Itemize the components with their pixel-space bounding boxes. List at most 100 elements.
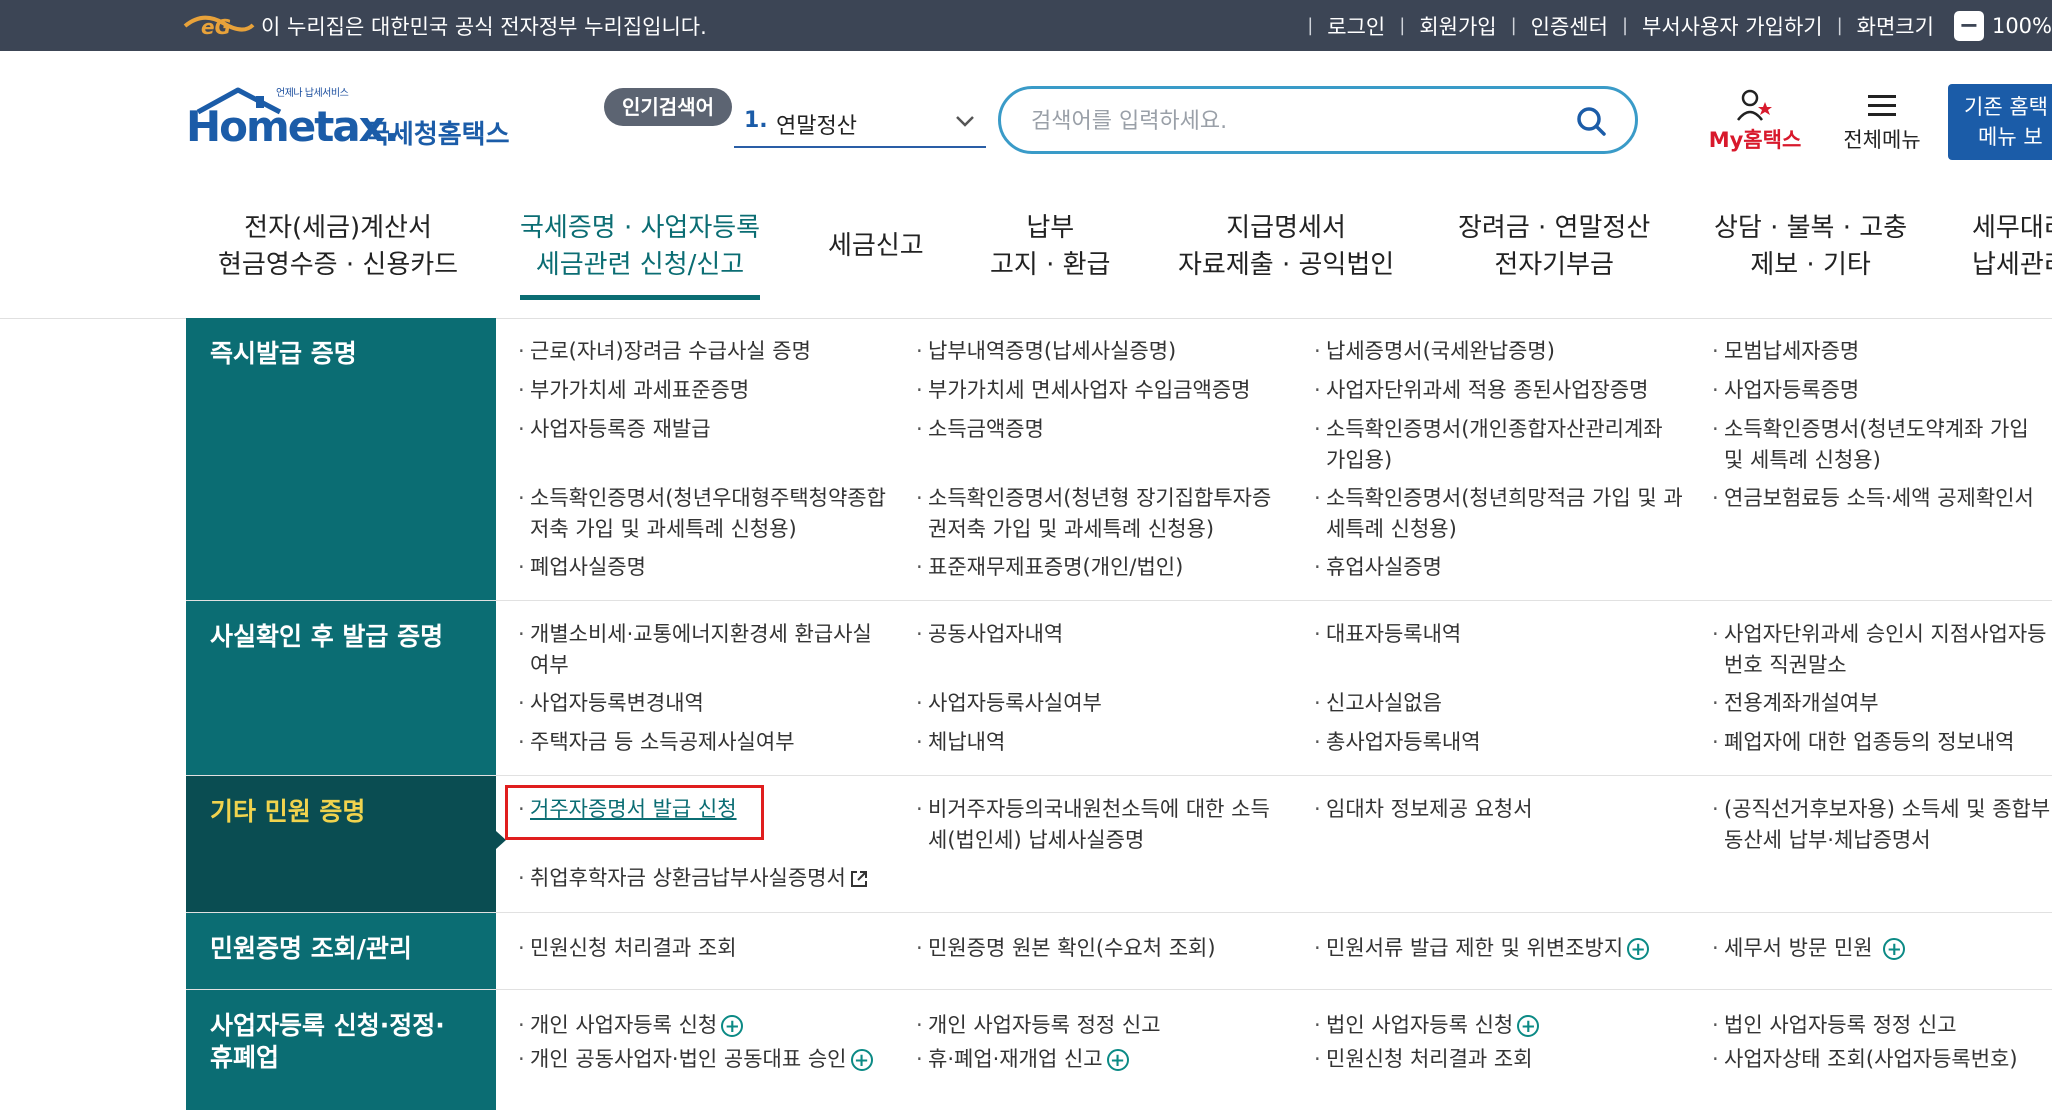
login-link[interactable]: 로그인	[1327, 11, 1385, 41]
section-title[interactable]: 사업자등록 신청·정정·휴폐업	[186, 990, 496, 1110]
gnb-tab-line2: 고지 · 환급	[990, 250, 1111, 280]
menu-item[interactable]: 폐업사실증명	[518, 552, 890, 583]
menu-item-label: 개인 사업자등록 신청	[530, 1013, 718, 1037]
menu-item[interactable]: 체납내역	[916, 727, 1288, 758]
menu-item[interactable]: 사업자등록증명	[1712, 375, 2052, 406]
menu-item[interactable]: 소득금액증명	[916, 414, 1288, 445]
mega-menu-panel: 즉시발급 증명 근로(자녀)장려금 수급사실 증명 납부내역증명(납세사실증명)…	[186, 318, 2052, 1110]
gnb-tab-incentives[interactable]: 장려금 · 연말정산 전자기부금	[1458, 210, 1650, 284]
section-instant-certs: 즉시발급 증명 근로(자녀)장려금 수급사실 증명 납부내역증명(납세사실증명)…	[186, 318, 2052, 601]
menu-item[interactable]: 소득확인증명서(청년우대형주택청약종합저축 가입 및 과세특례 신청용)	[518, 483, 890, 545]
menu-item[interactable]: 납세증명서(국세완납증명)	[1314, 336, 1686, 367]
menu-item[interactable]: 민원증명 원본 확인(수요처 조회)	[916, 933, 1288, 964]
my-hometax-button[interactable]: My홈택스	[1705, 86, 1805, 156]
menu-item[interactable]: 법인 사업자등록 정정 신고	[1712, 1010, 2052, 1041]
menu-item[interactable]: 사업자등록증 재발급	[518, 414, 890, 445]
menu-item[interactable]: 개별소비세·교통에너지환경세 환급사실 여부	[518, 619, 890, 681]
menu-item[interactable]: 휴업사실증명	[1314, 552, 1686, 583]
menu-item[interactable]: 사업자단위과세 승인시 지점사업자등번호 직권말소	[1712, 619, 2052, 681]
menu-item[interactable]: 사업자등록사실여부	[916, 688, 1288, 719]
expand-plus-icon[interactable]: +	[1517, 1015, 1540, 1037]
zoom-out-button[interactable]: −	[1953, 10, 1984, 41]
search-icon[interactable]	[1575, 105, 1607, 137]
menu-item[interactable]: 임대차 정보제공 요청서	[1314, 794, 1686, 825]
gnb-tab-e-invoice[interactable]: 전자(세금)계산서 현금영수증 · 신용카드	[218, 210, 458, 284]
gnb-tab-consultation[interactable]: 상담 · 불복 · 고충 제보 · 기타	[1714, 210, 1907, 284]
section-title[interactable]: 기타 민원 증명	[186, 776, 496, 912]
menu-item[interactable]: 개인 사업자등록 정정 신고	[916, 1010, 1288, 1041]
menu-item-forgery-prevention[interactable]: 민원서류 발급 제한 및 위변조방지+	[1314, 933, 1686, 964]
gnb-tab-line1: 납부	[1026, 213, 1075, 243]
menu-item-student-loan[interactable]: 취업후학자금 상환금납부사실증명서	[518, 863, 890, 894]
search-input[interactable]	[1029, 103, 1553, 139]
classic-menu-button[interactable]: 기존 홈택 메뉴 보	[1948, 84, 2052, 160]
utility-links: | 로그인 | 회원가입 | 인증센터 | 부서사용자 가입하기 | 화면크기 …	[1307, 10, 2052, 41]
menu-item[interactable]: 민원신청 처리결과 조회	[518, 933, 890, 964]
menu-item-label: 법인 사업자등록 신청	[1326, 1013, 1514, 1037]
chevron-down-icon	[956, 116, 974, 127]
gnb-tab-line2: 세금관련 신청/신고	[535, 250, 745, 280]
menu-item[interactable]: 비거주자등의국내원천소득에 대한 소득세(법인세) 납세사실증명	[916, 794, 1288, 856]
section-title[interactable]: 민원증명 조회/관리	[186, 913, 496, 989]
menu-item[interactable]: 부가가치세 면세사업자 수입금액증명	[916, 375, 1288, 406]
menu-item[interactable]: (공직선거후보자용) 소득세 및 종합부동산세 납부·체납증명서	[1712, 794, 2052, 856]
menu-item[interactable]: 전용계좌개설여부	[1712, 688, 2052, 719]
menu-item[interactable]: 소득확인증명서(청년형 장기집합투자증권저축 가입 및 과세특례 신청용)	[916, 483, 1288, 545]
expand-plus-icon[interactable]: +	[850, 1049, 873, 1071]
menu-item[interactable]: 총사업자등록내역	[1314, 727, 1686, 758]
gnb-tab-tax-agent[interactable]: 세무대리 납세관리	[1972, 210, 2052, 284]
gnb-tab-certificates[interactable]: 국세증명 · 사업자등록 세금관련 신청/신고	[520, 210, 761, 300]
dept-user-signup-link[interactable]: 부서사용자 가입하기	[1642, 11, 1823, 41]
menu-item-individual-registration[interactable]: 개인 사업자등록 신청+	[518, 1010, 890, 1041]
menu-item[interactable]: 소득확인증명서(청년도약계좌 가입 및 세특례 신청용)	[1712, 414, 2052, 476]
gnb-tab-tax-filing[interactable]: 세금신고	[828, 228, 924, 265]
section-verified-certs: 사실확인 후 발급 증명 개별소비세·교통에너지환경세 환급사실 여부 공동사업…	[186, 601, 2052, 776]
menu-item[interactable]: 표준재무제표증명(개인/법인)	[916, 552, 1288, 583]
menu-item[interactable]: 신고사실없음	[1314, 688, 1686, 719]
gnb-tab-payment-statements[interactable]: 지급명세서 자료제출 · 공익법인	[1178, 210, 1394, 284]
expand-plus-icon[interactable]: +	[721, 1015, 744, 1037]
menu-item[interactable]: 사업자단위과세 적용 종된사업장증명	[1314, 375, 1686, 406]
gnb-tab-line1: 세금신고	[828, 231, 924, 261]
menu-item[interactable]: 폐업자에 대한 업종등의 정보내역	[1712, 727, 2052, 758]
section-title[interactable]: 즉시발급 증명	[186, 318, 496, 600]
hamburger-icon	[1868, 95, 1896, 116]
menu-item-label: 취업후학자금 상환금납부사실증명서	[530, 866, 846, 890]
menu-item[interactable]: 근로(자녀)장려금 수급사실 증명	[518, 336, 890, 367]
my-hometax-label: My홈택스	[1708, 128, 1802, 152]
section-title[interactable]: 사실확인 후 발급 증명	[186, 601, 496, 775]
gnb-tab-line1: 국세증명 · 사업자등록	[520, 213, 761, 243]
all-menu-button[interactable]: 전체메뉴	[1832, 86, 1932, 156]
gov-notice-text: 이 누리집은 대한민국 공식 전자정부 누리집입니다.	[261, 15, 707, 39]
expand-plus-icon[interactable]: +	[1106, 1049, 1129, 1071]
menu-item[interactable]: 납부내역증명(납세사실증명)	[916, 336, 1288, 367]
menu-item[interactable]: 소득확인증명서(개인종합자산관리계좌 가입용)	[1314, 414, 1686, 476]
signup-link[interactable]: 회원가입	[1419, 11, 1496, 41]
menu-item[interactable]: 주택자금 등 소득공제사실여부	[518, 727, 890, 758]
menu-item-joint-business[interactable]: 개인 공동사업자·법인 공동대표 승인+	[518, 1044, 890, 1075]
menu-item[interactable]: 대표자등록내역	[1314, 619, 1686, 650]
gnb-tab-line2: 현금영수증 · 신용카드	[218, 250, 459, 280]
gnb-tab-payment[interactable]: 납부 고지 · 환급	[990, 210, 1110, 284]
menu-item-closure-report[interactable]: 휴·폐업·재개업 신고+	[916, 1044, 1288, 1075]
menu-item[interactable]: 모범납세자증명	[1712, 336, 2052, 367]
hometax-logo[interactable]: 언제나 납세서비스 Hometax. 국세청홈택스	[186, 84, 516, 164]
menu-item[interactable]: 사업자상태 조회(사업자등록번호)	[1712, 1044, 2052, 1075]
menu-item-tax-office-visit[interactable]: 세무서 방문 민원 +	[1712, 933, 2052, 964]
menu-item[interactable]: 사업자등록변경내역	[518, 688, 890, 719]
menu-item[interactable]: 부가가치세 과세표준증명	[518, 375, 890, 406]
gnb-tab-line1: 세무대리	[1972, 213, 2052, 243]
cert-center-link[interactable]: 인증센터	[1531, 11, 1608, 41]
popular-rank: 1.	[744, 108, 768, 133]
menu-item-label: 휴·폐업·재개업 신고	[928, 1047, 1103, 1071]
popular-search-dropdown[interactable]: 1. 연말정산	[734, 100, 986, 148]
menu-item[interactable]: 공동사업자내역	[916, 619, 1288, 650]
menu-item[interactable]: 소득확인증명서(청년희망적금 가입 및 과세특례 신청용)	[1314, 483, 1686, 545]
expand-plus-icon[interactable]: +	[1627, 938, 1650, 960]
menu-item[interactable]: 민원신청 처리결과 조회	[1314, 1044, 1686, 1075]
menu-item-label: 세무서 방문 민원	[1724, 936, 1873, 960]
menu-item-label: 개인 공동사업자·법인 공동대표 승인	[530, 1047, 847, 1071]
menu-item[interactable]: 연금보험료등 소득·세액 공제확인서	[1712, 483, 2052, 514]
menu-item-corporate-registration[interactable]: 법인 사업자등록 신청+	[1314, 1010, 1686, 1041]
expand-plus-icon[interactable]: +	[1883, 938, 1906, 960]
